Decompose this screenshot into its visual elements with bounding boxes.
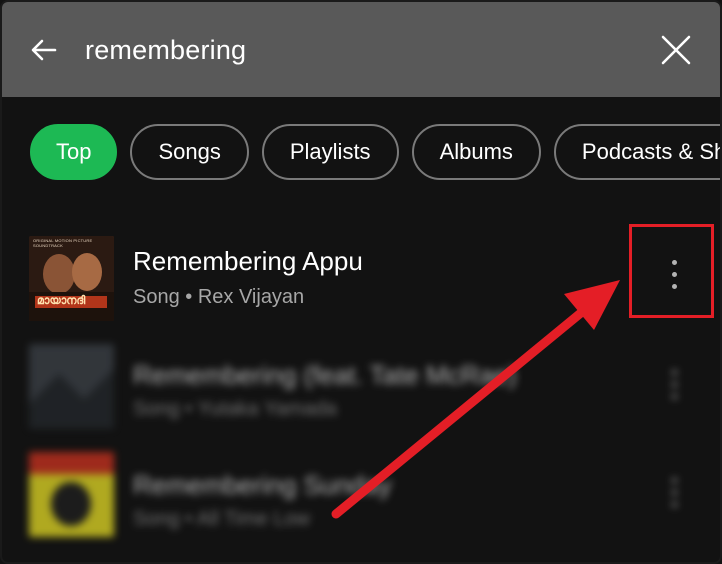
result-subtitle: Song • Yutaka Yamada bbox=[133, 398, 337, 420]
filter-chips: Top Songs Playlists Albums Podcasts & Sh… bbox=[30, 124, 720, 180]
result-subtitle: Song • All Time Low bbox=[133, 508, 311, 530]
album-art-caption: ORIGINAL MOTION PICTURE SOUNDTRACK bbox=[33, 238, 93, 248]
result-title: Remembering Appu bbox=[133, 246, 363, 276]
filter-chip-playlists[interactable]: Playlists bbox=[261, 124, 399, 180]
album-art-title: മായാനദി bbox=[37, 295, 86, 307]
result-title: Remembering Sunday bbox=[133, 470, 392, 500]
more-dot-icon bbox=[671, 393, 677, 399]
result-row[interactable]: Remembering Sunday Song • All Time Low bbox=[2, 442, 720, 542]
more-dot-icon bbox=[671, 477, 677, 483]
filter-chip-top[interactable]: Top bbox=[30, 124, 118, 180]
more-dot-icon bbox=[671, 501, 677, 507]
more-dot-icon bbox=[671, 489, 677, 495]
search-bar: remembering bbox=[2, 2, 720, 97]
annotation-highlight-box bbox=[629, 224, 714, 318]
back-arrow-icon bbox=[31, 39, 57, 61]
result-title: Remembering (feat. Tate McRae) bbox=[133, 360, 517, 390]
album-art: ORIGINAL MOTION PICTURE SOUNDTRACK മായാന… bbox=[29, 236, 114, 321]
filter-chip-songs[interactable]: Songs bbox=[130, 124, 249, 180]
app-frame: remembering Top Songs Playlists Albums P… bbox=[0, 0, 722, 564]
result-row[interactable]: ORIGINAL MOTION PICTURE SOUNDTRACK മായാന… bbox=[2, 224, 720, 324]
clear-search-button[interactable] bbox=[654, 28, 698, 72]
album-art bbox=[29, 344, 114, 429]
album-art bbox=[29, 452, 114, 537]
back-button[interactable] bbox=[24, 30, 64, 70]
filter-chip-podcasts[interactable]: Podcasts & Sho bbox=[553, 124, 720, 180]
album-art-image bbox=[29, 344, 114, 429]
album-art-image bbox=[29, 452, 114, 537]
more-dot-icon bbox=[671, 369, 677, 375]
more-options-button[interactable] bbox=[654, 344, 694, 424]
more-options-button[interactable] bbox=[654, 452, 694, 532]
more-dot-icon bbox=[671, 381, 677, 387]
filter-chip-albums[interactable]: Albums bbox=[411, 124, 541, 180]
result-subtitle: Song • Rex Vijayan bbox=[133, 286, 305, 308]
close-icon bbox=[661, 35, 691, 65]
result-row[interactable]: Remembering (feat. Tate McRae) Song • Yu… bbox=[2, 334, 720, 434]
album-art-image bbox=[29, 236, 114, 321]
search-input[interactable]: remembering bbox=[85, 35, 246, 66]
